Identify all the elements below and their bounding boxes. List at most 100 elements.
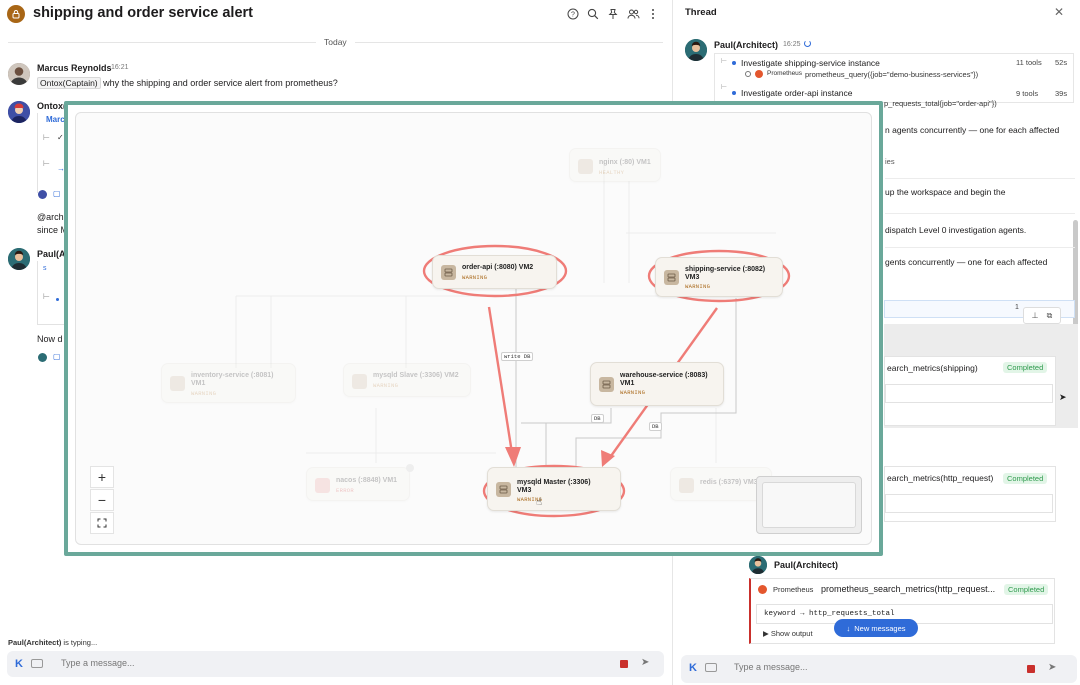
task-card: ⊢ Investigate shipping-service instance … [714,53,1074,103]
node-mysqld-slave[interactable]: mysqld Slave (:3306) VM2 WARNING [343,363,471,397]
tool-fn[interactable]: earch_metrics(shipping) [887,363,978,373]
fit-view-button[interactable] [90,512,114,534]
zoom-in-button[interactable]: + [90,466,114,488]
task-name[interactable]: Investigate shipping-service instance [741,58,880,68]
task-duration: 52s [1055,58,1068,67]
thread-composer[interactable]: K Type a message... ➤ [681,655,1077,683]
thread-message-input[interactable]: Type a message... [734,662,808,672]
tree-connector-icon: ⊢ [721,58,728,65]
search-icon[interactable] [586,7,600,21]
tool-query: prometheus_query({job="demo-business-ser… [805,70,979,79]
tool-query: p_requests_total{job="order-api"}) [884,99,997,108]
task-name[interactable]: Investigate order-api instance [741,88,853,98]
thread-reply-icon[interactable]: ▢ [53,352,61,361]
node-inventory-service[interactable]: inventory-service (:8081) VM1 WARNING [161,363,296,403]
thread-text-line: n agents concurrently — one for each aff… [885,125,1060,135]
node-nacos[interactable]: nacos (:8848) VM1 ERROR [306,464,414,501]
status-dot [406,464,414,472]
task-tools: 11 tools [1016,58,1042,67]
task-bullet [732,61,736,65]
minimap-viewport[interactable] [762,482,856,528]
message-input[interactable]: Type a message... [61,658,135,668]
status-badge: Completed [1004,584,1049,595]
pin-icon[interactable]: ⊥ [1032,311,1039,320]
message-sender[interactable]: Paul(A [37,249,66,259]
arrow-down-icon: ↓ [846,623,851,633]
tool-source: Prometheus [773,585,814,594]
tool-fn[interactable]: earch_metrics(http_request) [887,473,993,483]
edge-label: DB [591,414,604,423]
channel-header: shipping and order service alert ? [0,0,672,30]
minimap[interactable] [756,476,862,534]
node-shipping-service[interactable]: shipping-service (:8082) VM3 WARNING [655,257,783,297]
k-logo-icon[interactable]: K [15,658,23,670]
stop-icon[interactable] [620,660,628,668]
tree-connector-icon: ⊢ [43,133,50,142]
prometheus-icon [758,585,767,594]
more-options-icon[interactable] [646,7,660,21]
help-icon[interactable]: ? [566,7,580,21]
node-warehouse-service[interactable]: warehouse-service (:8083) VM1 WARNING [590,362,724,406]
thread-time: 16:25 [783,41,801,48]
task-tools: 9 tools [1016,89,1039,98]
close-icon[interactable]: ✕ [1054,5,1064,19]
channel-toolbar: ? [566,7,660,21]
divider [885,178,1075,179]
stop-icon[interactable] [1027,665,1035,673]
check-icon: ✓ [57,133,64,142]
message-body: Ontox(Captain) why the shipping and orde… [37,77,338,89]
status-circle-icon [745,71,751,77]
new-messages-button[interactable]: ↓ New messages [834,619,918,637]
pin-icon[interactable] [606,7,620,21]
reply-avatar [38,353,47,362]
code-block [885,384,1053,403]
send-icon[interactable]: ➤ [641,657,649,668]
send-icon[interactable]: ➤ [1048,662,1056,673]
mention-chip[interactable]: Ontox(Captain) [37,77,101,89]
tree-connector-icon: ⊢ [721,84,728,91]
message-composer[interactable]: K Type a message... ➤ [7,651,664,677]
zoom-out-button[interactable]: − [90,489,114,511]
members-icon[interactable] [626,7,640,21]
topology-canvas[interactable]: write DB DB DB nginx (:80) VM1 HEALTHY o… [75,112,872,545]
message-sender[interactable]: Paul(Architect) [774,560,838,570]
mouse-cursor-icon: ➤ [1059,392,1067,402]
avatar-paul[interactable] [8,248,30,270]
tree-connector-icon: ⊢ [43,159,50,168]
avatar-ontox[interactable] [8,101,30,123]
thread-author[interactable]: Paul(Architect) [714,40,778,50]
avatar-marcus[interactable] [8,63,30,85]
message-sender[interactable]: Marcus Reynolds [37,63,112,73]
thread-text-line: gents concurrently — one for each affect… [885,257,1048,267]
node-mysqld-master[interactable]: mysqld Master (:3306) VM3 WARNING ☝ [487,467,621,511]
edge-label: write DB [501,352,534,361]
divider [885,247,1075,248]
server-icon [315,478,330,493]
bullet-icon: s [43,265,47,272]
node-order-api[interactable]: order-api (:8080) VM2 WARNING [432,255,557,289]
node-nginx[interactable]: nginx (:80) VM1 HEALTHY [569,148,661,182]
code-block [885,494,1053,513]
k-logo-icon[interactable]: K [689,662,697,674]
show-output-toggle[interactable]: ▶ Show output [763,629,813,638]
row-count: 1 [1015,304,1019,311]
avatar-paul[interactable] [749,556,767,574]
day-divider-label: Today [316,37,355,47]
message-body-line: Now d [37,334,63,344]
svg-text:?: ? [571,12,575,19]
fit-view-icon [97,518,107,528]
avatar-paul[interactable] [685,39,707,61]
channel-title: shipping and order service alert [33,5,253,21]
tool-fn[interactable]: prometheus_search_metrics(http_request..… [821,584,995,594]
ontox-card-fragment: Marc [46,115,65,124]
loading-spinner-icon [804,40,811,47]
server-icon [352,374,367,389]
thread-reply-icon[interactable]: ▢ [53,189,61,198]
divider [885,213,1075,214]
hover-toolbar: ⊥ ⧉ [1023,307,1061,324]
bullet-dot [56,298,59,301]
attach-icon[interactable] [705,663,717,672]
task-bullet [732,91,736,95]
copy-icon[interactable]: ⧉ [1047,311,1053,321]
attach-icon[interactable] [31,659,43,668]
